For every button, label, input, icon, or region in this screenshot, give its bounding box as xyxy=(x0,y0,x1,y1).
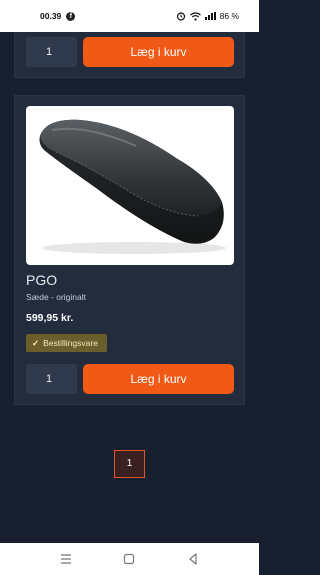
signal-icon xyxy=(204,12,216,20)
battery-level: 86 % xyxy=(219,11,239,21)
status-time: 00.39 xyxy=(40,11,62,21)
scooter-seat-image xyxy=(39,119,226,254)
quantity-input[interactable]: 1 xyxy=(26,37,77,67)
quantity-input[interactable]: 1 xyxy=(26,364,77,394)
product-brand[interactable]: PGO xyxy=(26,272,57,288)
check-icon: ✓ xyxy=(32,338,40,348)
product-price: 599,95 kr. xyxy=(26,312,74,324)
status-bar: 00.39 f 86 % xyxy=(0,0,259,32)
back-icon[interactable] xyxy=(187,543,199,575)
product-card: PGO Sæde - originalt 599,95 kr. ✓ Bestill… xyxy=(14,95,245,405)
add-to-cart-button[interactable]: Læg i kurv xyxy=(83,364,234,394)
system-navigation-bar xyxy=(0,543,259,575)
alarm-icon xyxy=(176,12,185,21)
wifi-icon xyxy=(189,11,201,21)
recent-apps-icon[interactable] xyxy=(60,543,72,575)
product-card-previous: 1 Læg i kurv xyxy=(14,32,245,78)
pagination-page-1[interactable]: 1 xyxy=(114,450,145,478)
facebook-icon: f xyxy=(66,11,76,21)
badge-label: Bestillingsvare xyxy=(43,338,98,348)
status-badge: ✓ Bestillingsvare xyxy=(26,334,107,352)
product-subtitle: Sæde - originalt xyxy=(26,292,87,302)
status-indicators: 86 % xyxy=(176,11,239,21)
add-to-cart-button[interactable]: Læg i kurv xyxy=(83,37,234,67)
product-image[interactable] xyxy=(26,106,234,265)
home-icon[interactable] xyxy=(123,543,135,575)
